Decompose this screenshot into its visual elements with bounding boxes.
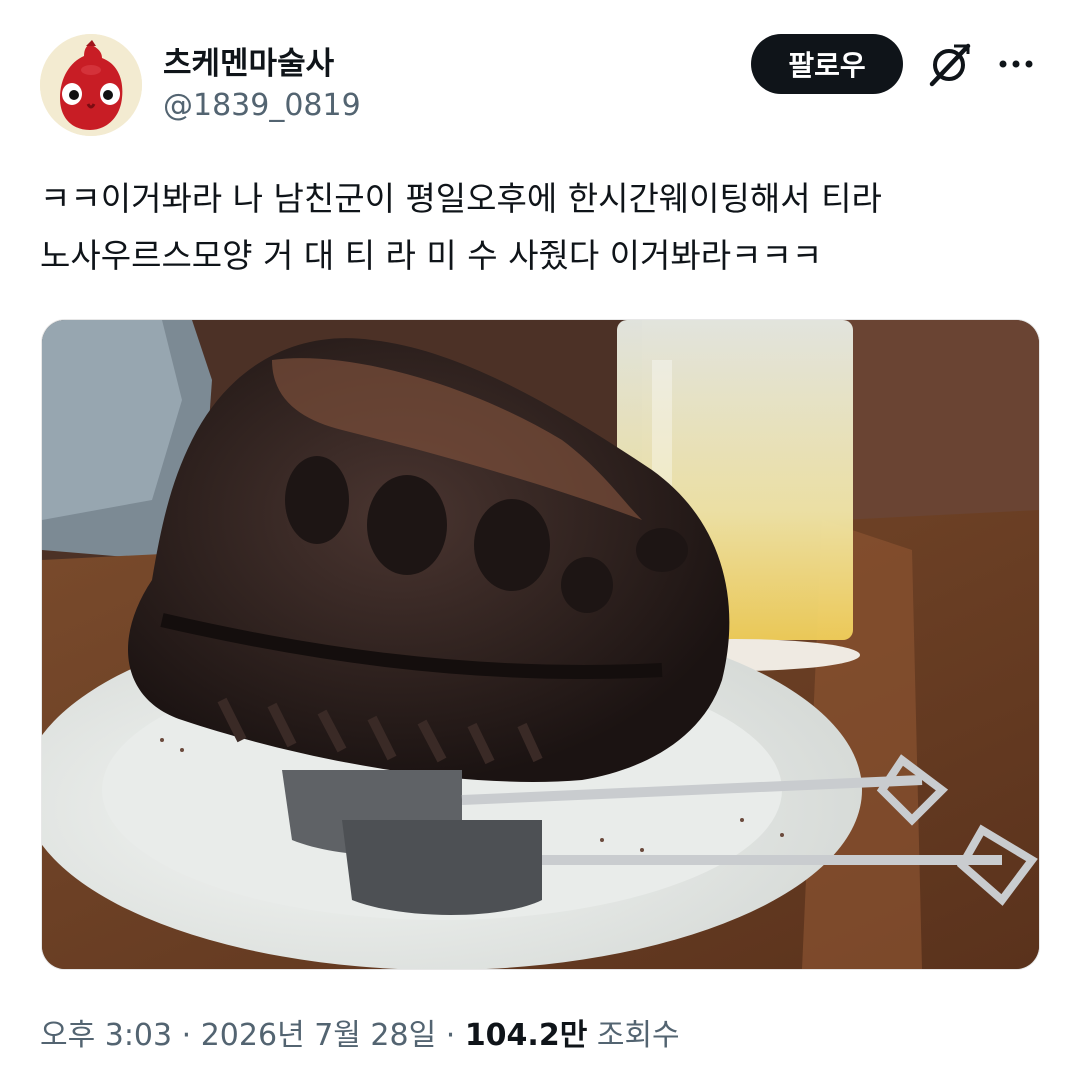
tweet-time[interactable]: 오후 3:03: [40, 1018, 172, 1053]
tweet-photo[interactable]: [41, 319, 1040, 970]
tweet-meta: 오후 3:03 · 2026년 7월 28일 · 104.2만 조회수: [40, 1010, 680, 1054]
display-name[interactable]: 츠케멘마술사: [163, 38, 334, 83]
views-label: 조회수: [587, 1018, 680, 1053]
red-creature-avatar-icon: [40, 34, 142, 136]
tweet-text-line: ㅋㅋ이거봐라 나 남친군이 평일오후에 한시간웨이팅해서 티라: [40, 179, 882, 218]
views-count[interactable]: 104.2만: [465, 1018, 588, 1053]
separator: ·: [172, 1018, 201, 1053]
tweet-text-line: 노사우르스모양 거 대 티 라 미 수 사줬다 이거봐라ㅋㅋㅋ: [40, 236, 823, 275]
grok-icon[interactable]: [924, 40, 974, 90]
more-icon[interactable]: [996, 46, 1036, 82]
dinosaur-tiramisu-photo: [42, 320, 1039, 969]
separator: ·: [436, 1018, 465, 1053]
tweet-date[interactable]: 2026년 7월 28일: [201, 1018, 436, 1053]
tweet-text: ㅋㅋ이거봐라 나 남친군이 평일오후에 한시간웨이팅해서 티라 노사우르스모양 …: [40, 170, 1040, 284]
follow-button[interactable]: 팔로우: [751, 34, 903, 94]
user-handle[interactable]: @1839_0819: [163, 88, 361, 123]
avatar[interactable]: [40, 34, 142, 136]
